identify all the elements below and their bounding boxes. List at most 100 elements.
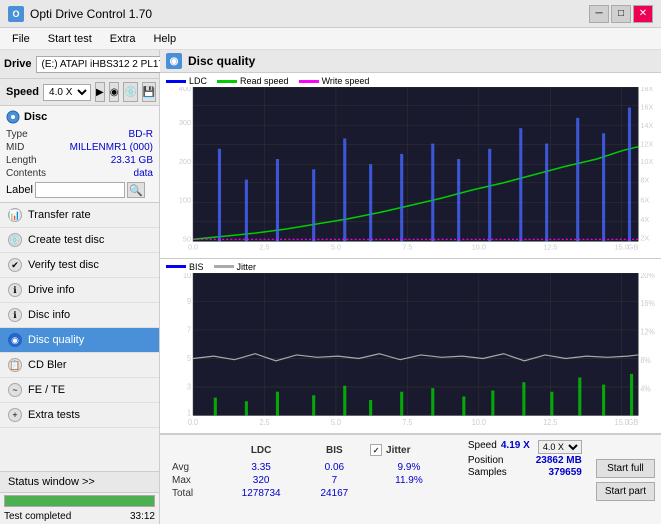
position-row: Position 23862 MB bbox=[468, 455, 582, 466]
menu-start-test[interactable]: Start test bbox=[40, 31, 100, 47]
svg-text:2.5: 2.5 bbox=[259, 243, 269, 252]
sidebar-item-drive-info[interactable]: ℹ Drive info bbox=[0, 278, 159, 303]
app-icon: O bbox=[8, 6, 24, 22]
cd-bler-icon: 📋 bbox=[8, 358, 22, 372]
bis-chart-container: BIS Jitter bbox=[160, 259, 661, 434]
svg-text:12.5: 12.5 bbox=[543, 417, 557, 427]
disc-label-label: Label bbox=[6, 184, 33, 196]
svg-text:15.0: 15.0 bbox=[615, 243, 629, 252]
svg-text:9: 9 bbox=[187, 296, 191, 306]
disc2-button[interactable]: 💿 bbox=[123, 82, 137, 102]
speed-label: Speed bbox=[6, 86, 39, 98]
disc-panel-icon bbox=[6, 110, 20, 124]
max-label: Max bbox=[168, 474, 220, 487]
speed-dropdown[interactable]: 4.0 X bbox=[43, 84, 91, 101]
jitter-checkbox[interactable]: ✓ bbox=[370, 444, 382, 456]
total-jitter bbox=[366, 487, 452, 500]
max-bis: 7 bbox=[303, 474, 366, 487]
speed-value-row: Speed 4.19 X 4.0 X bbox=[468, 440, 582, 454]
disc-info-panel: Disc Type BD-R MID MILLENMR1 (000) Lengt… bbox=[0, 106, 159, 203]
speed-info: Speed 4.19 X 4.0 X Position 23862 MB Sam… bbox=[460, 435, 590, 524]
speed-arrow-button[interactable]: ▶ bbox=[95, 82, 105, 102]
avg-bis: 0.06 bbox=[303, 461, 366, 474]
minimize-button[interactable]: ─ bbox=[589, 5, 609, 23]
svg-text:12.5: 12.5 bbox=[543, 243, 557, 252]
status-text: Test completed bbox=[4, 511, 71, 522]
status-text-row: Test completed 33:12 bbox=[0, 509, 159, 524]
menu-help[interactable]: Help bbox=[145, 31, 184, 47]
maximize-button[interactable]: □ bbox=[611, 5, 631, 23]
speed-row: Speed 4.0 X ▶ ◉ 💿 💾 bbox=[0, 79, 159, 106]
disc-contents-value: data bbox=[134, 168, 153, 179]
drive-info-icon: ℹ bbox=[8, 283, 22, 297]
nav-items: 📊 Transfer rate 💿 Create test disc ✔ Ver… bbox=[0, 203, 159, 471]
menu-file[interactable]: File bbox=[4, 31, 38, 47]
sidebar-item-label: FE / TE bbox=[28, 384, 65, 396]
bis-chart-svg: 10 9 7 5 3 1 20% 16% 12% 8% 4% 0.0 2.5 5… bbox=[162, 273, 659, 427]
table-row-avg: Avg 3.35 0.06 9.9% bbox=[168, 461, 452, 474]
svg-text:20%: 20% bbox=[640, 273, 655, 280]
jitter-legend-dot bbox=[214, 265, 234, 268]
write-speed-legend-dot bbox=[299, 80, 319, 83]
ldc-legend-dot bbox=[166, 80, 186, 83]
disc-label-button[interactable]: 🔍 bbox=[127, 182, 145, 198]
save-button[interactable]: 💾 bbox=[142, 82, 156, 102]
sidebar-item-label: Disc quality bbox=[28, 334, 84, 346]
disc-button[interactable]: ◉ bbox=[109, 82, 120, 102]
titlebar: O Opti Drive Control 1.70 ─ □ ✕ bbox=[0, 0, 661, 28]
sidebar-item-extra-tests[interactable]: + Extra tests bbox=[0, 403, 159, 428]
close-button[interactable]: ✕ bbox=[633, 5, 653, 23]
menu-extra[interactable]: Extra bbox=[102, 31, 144, 47]
svg-text:7: 7 bbox=[187, 325, 191, 335]
sidebar-item-label: Transfer rate bbox=[28, 209, 91, 221]
svg-text:10: 10 bbox=[183, 273, 192, 280]
svg-text:6X: 6X bbox=[640, 195, 649, 204]
sidebar-item-label: Disc info bbox=[28, 309, 70, 321]
create-test-disc-icon: 💿 bbox=[8, 233, 22, 247]
disc-info-icon: ℹ bbox=[8, 308, 22, 322]
action-buttons: Start full Start part bbox=[590, 435, 661, 524]
svg-text:14X: 14X bbox=[640, 121, 653, 130]
avg-jitter: 9.9% bbox=[366, 461, 452, 474]
ldc-chart-svg: 400 300 200 100 50 18X 16X 14X 12X 10X 8… bbox=[162, 87, 659, 252]
jitter-legend-item: Jitter bbox=[214, 262, 257, 272]
disc-panel-title: Disc bbox=[24, 111, 47, 123]
jitter-label: Jitter bbox=[386, 445, 410, 456]
sidebar-item-fe-te[interactable]: ~ FE / TE bbox=[0, 378, 159, 403]
chart1-legend: LDC Read speed Write speed bbox=[162, 75, 659, 87]
sidebar-item-create-test-disc[interactable]: 💿 Create test disc bbox=[0, 228, 159, 253]
svg-text:100: 100 bbox=[179, 195, 191, 204]
start-part-button[interactable]: Start part bbox=[596, 482, 655, 501]
menubar: File Start test Extra Help bbox=[0, 28, 661, 50]
svg-text:10.0: 10.0 bbox=[472, 417, 487, 427]
sidebar-item-label: CD Bler bbox=[28, 359, 67, 371]
content-area: ◉ Disc quality LDC Read speed bbox=[160, 50, 661, 524]
svg-text:10.0: 10.0 bbox=[472, 243, 486, 252]
disc-mid-label: MID bbox=[6, 142, 24, 153]
col-header-ldc: LDC bbox=[220, 439, 303, 461]
svg-text:0.0: 0.0 bbox=[188, 243, 198, 252]
start-full-button[interactable]: Start full bbox=[596, 459, 655, 478]
sidebar-item-transfer-rate[interactable]: 📊 Transfer rate bbox=[0, 203, 159, 228]
disc-label-input[interactable] bbox=[35, 182, 125, 198]
disc-quality-header: ◉ Disc quality bbox=[160, 50, 661, 73]
sidebar-item-cd-bler[interactable]: 📋 CD Bler bbox=[0, 353, 159, 378]
progress-bar bbox=[5, 496, 154, 506]
speed-value: 4.19 X bbox=[501, 440, 530, 454]
sidebar-item-disc-info[interactable]: ℹ Disc info bbox=[0, 303, 159, 328]
sidebar-item-verify-test-disc[interactable]: ✔ Verify test disc bbox=[0, 253, 159, 278]
disc-quality-icon: ◉ bbox=[166, 53, 182, 69]
status-bottom: Status window >> Test completed 33:12 bbox=[0, 471, 159, 524]
table-row-total: Total 1278734 24167 bbox=[168, 487, 452, 500]
status-window-button[interactable]: Status window >> bbox=[0, 472, 159, 493]
svg-text:5: 5 bbox=[187, 353, 191, 363]
transfer-rate-icon: 📊 bbox=[8, 208, 22, 222]
col-header-empty bbox=[168, 439, 220, 461]
samples-value: 379659 bbox=[548, 467, 581, 478]
speed-select[interactable]: 4.0 X bbox=[538, 440, 582, 454]
samples-label: Samples bbox=[468, 467, 507, 478]
sidebar-item-disc-quality[interactable]: ◉ Disc quality bbox=[0, 328, 159, 353]
svg-text:4%: 4% bbox=[640, 384, 651, 394]
position-value: 23862 MB bbox=[536, 455, 582, 466]
svg-text:2X: 2X bbox=[640, 233, 649, 242]
